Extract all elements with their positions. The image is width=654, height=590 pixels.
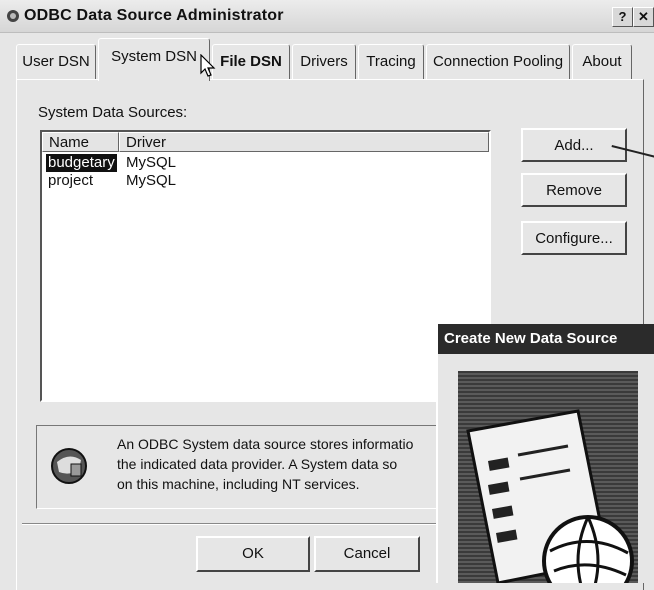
list-item-name: budgetary [46, 154, 117, 172]
odbc-app-icon [7, 10, 19, 22]
system-data-sources-label: System Data Sources: [38, 104, 188, 121]
tab-tracing[interactable]: Tracing [358, 44, 424, 79]
divider [22, 523, 442, 525]
create-new-data-source-window[interactable]: Create New Data Source [436, 324, 654, 583]
mouse-cursor-icon [200, 54, 216, 77]
tab-file-dsn[interactable]: File DSN [212, 44, 290, 79]
wizard-graphic [458, 371, 638, 583]
tab-drivers[interactable]: Drivers [292, 44, 356, 79]
list-item-driver: MySQL [126, 154, 177, 171]
list-header: Name Driver [42, 132, 489, 154]
list-item-driver: MySQL [126, 172, 177, 189]
globe-database-icon [51, 448, 87, 484]
title-bar: ODBC Data Source Administrator ? ✕ [0, 0, 654, 33]
popup-title: Create New Data Source [438, 324, 654, 354]
close-button[interactable]: ✕ [633, 7, 654, 27]
column-header-driver[interactable]: Driver [119, 132, 489, 152]
list-item-name: project [48, 172, 94, 189]
remove-button[interactable]: Remove [521, 173, 627, 207]
help-button[interactable]: ? [612, 7, 633, 27]
column-header-name[interactable]: Name [42, 132, 119, 152]
list-item[interactable]: project MySQL [42, 172, 485, 190]
tab-about[interactable]: About [572, 44, 632, 79]
tab-connection-pooling[interactable]: Connection Pooling [426, 44, 570, 79]
cancel-button[interactable]: Cancel [314, 536, 420, 572]
ok-button[interactable]: OK [196, 536, 310, 572]
info-description: An ODBC System data source stores inform… [117, 436, 414, 492]
tab-system-dsn[interactable]: System DSN [98, 38, 210, 81]
data-sheet-globe-icon [466, 409, 634, 583]
configure-button[interactable]: Configure... [521, 221, 627, 255]
window-title: ODBC Data Source Administrator [24, 7, 284, 24]
tab-user-dsn[interactable]: User DSN [16, 44, 96, 79]
list-item[interactable]: budgetary MySQL [42, 154, 485, 172]
info-box: An ODBC System data source stores inform… [36, 425, 466, 509]
data-sources-list[interactable]: Name Driver budgetary MySQL project MySQ… [40, 130, 491, 402]
